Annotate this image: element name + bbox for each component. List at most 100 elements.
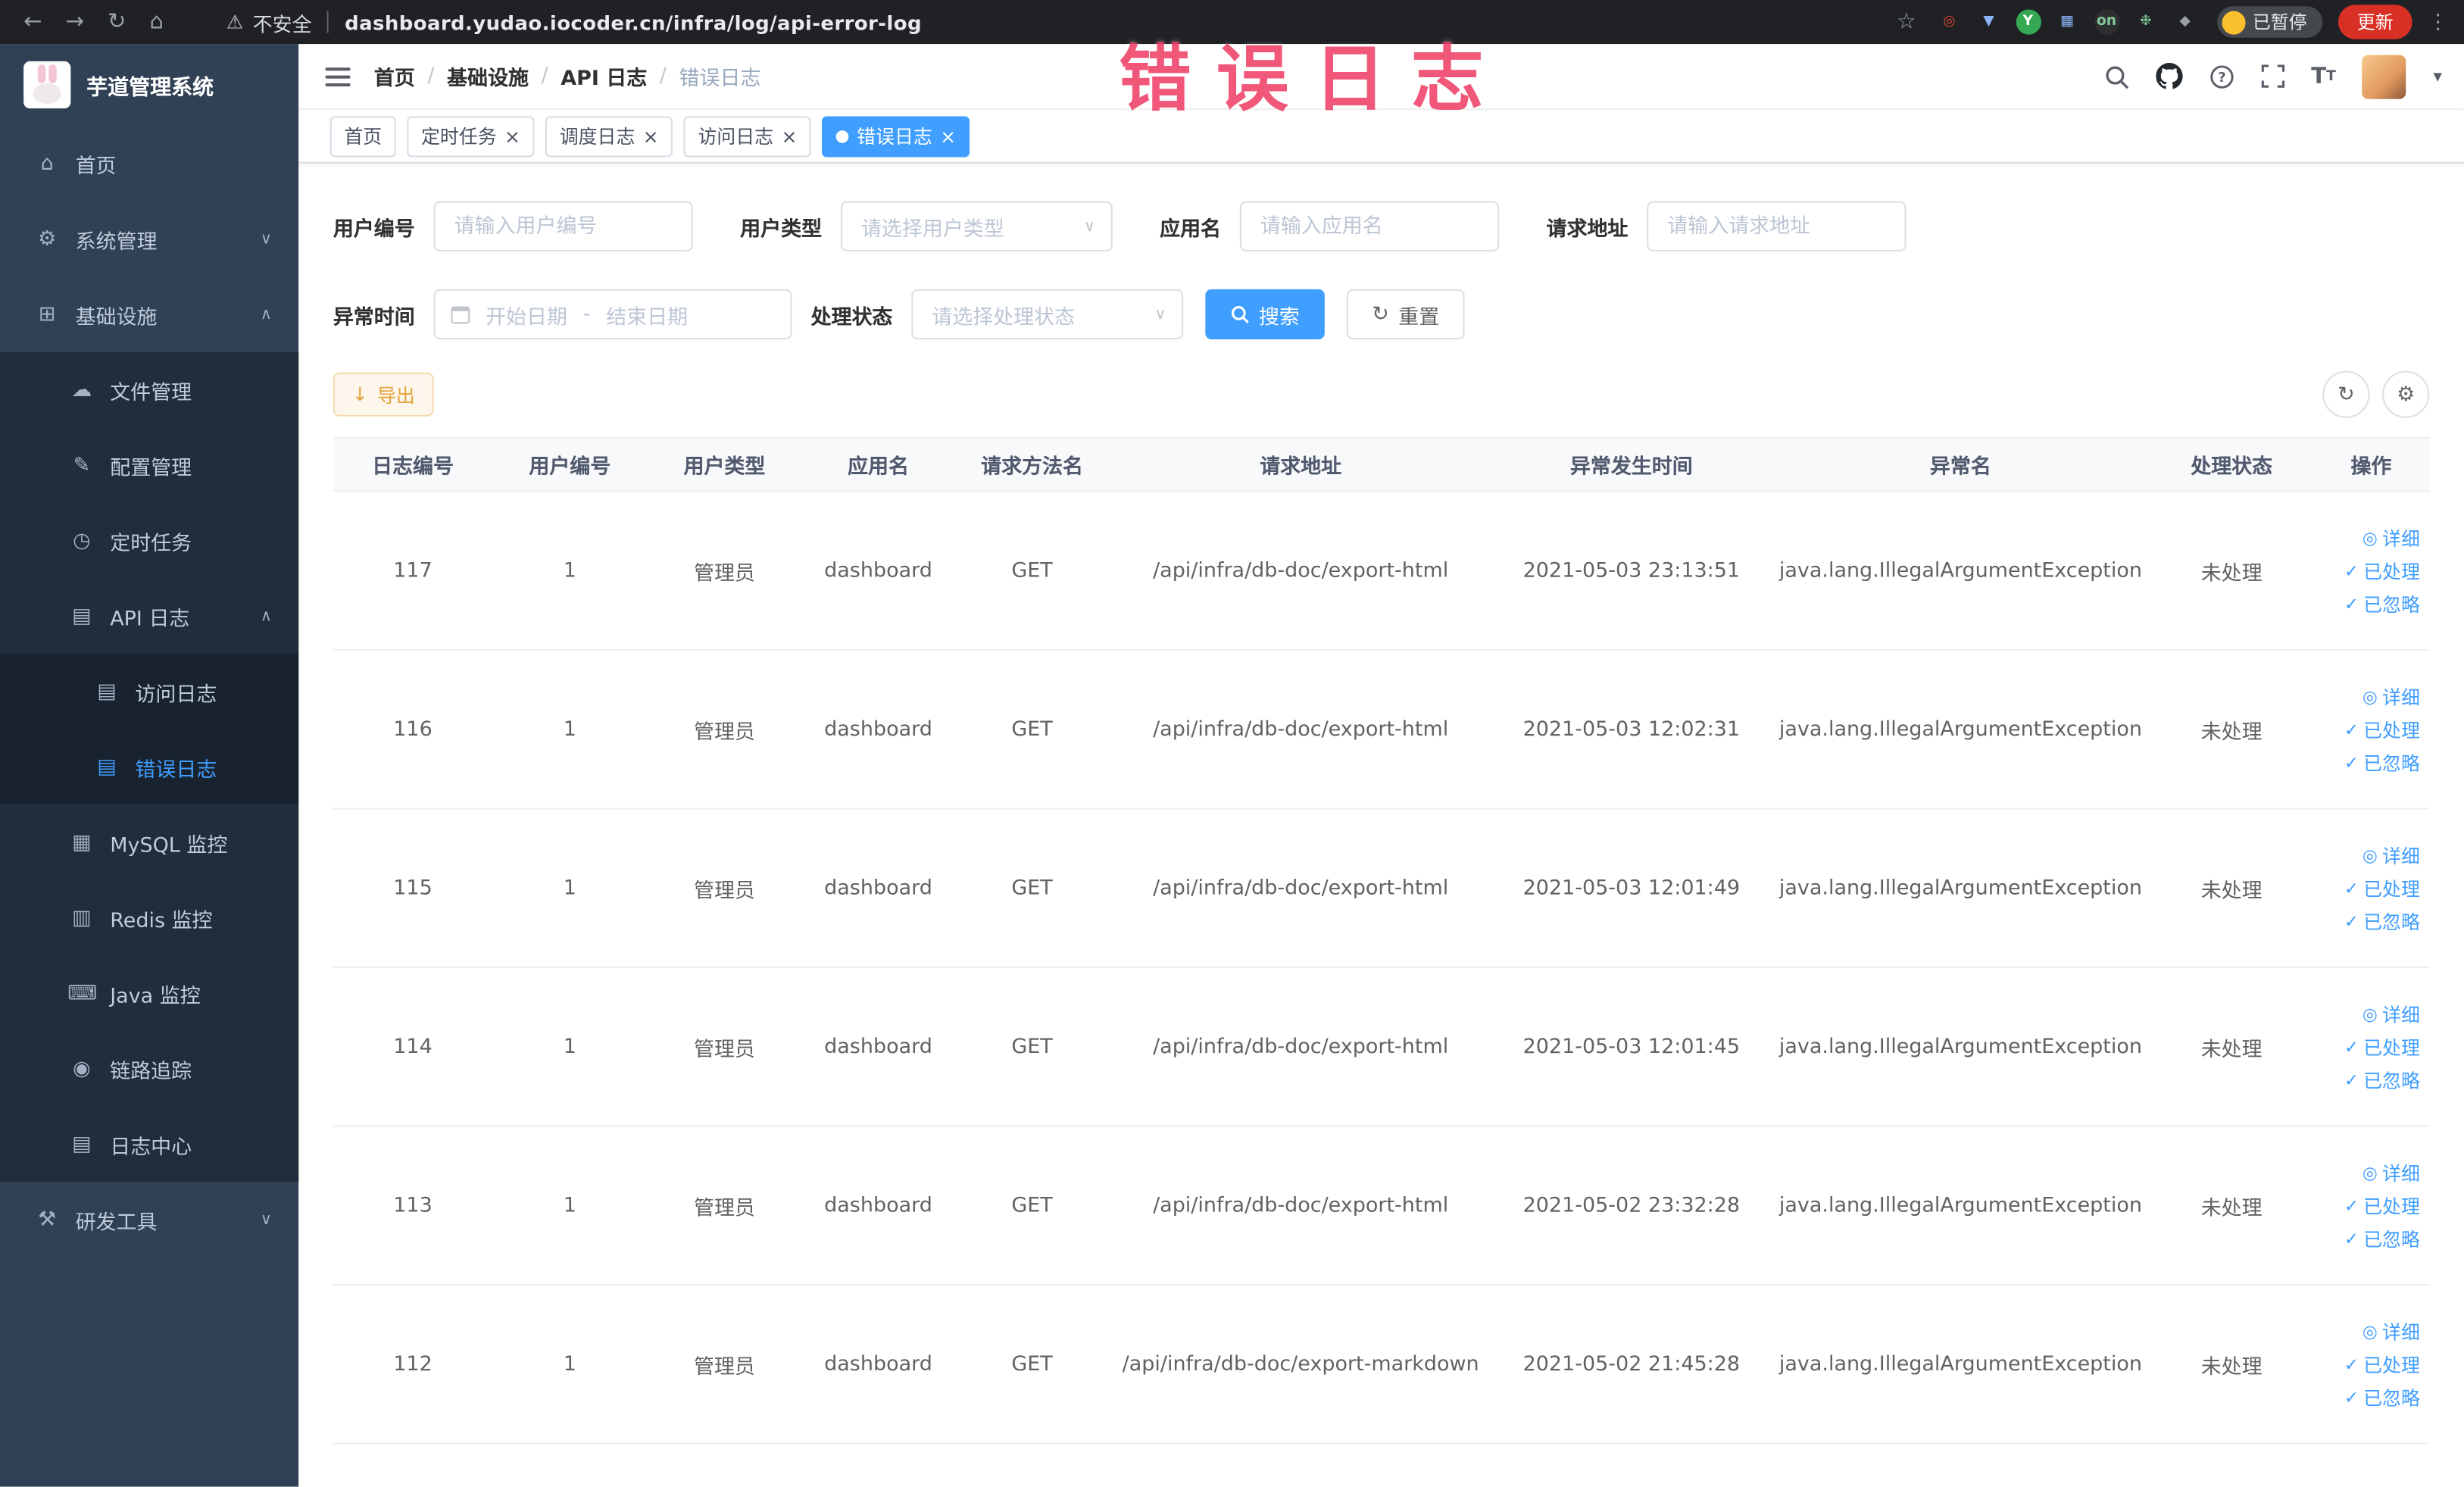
search-button[interactable]: 搜索 [1205, 289, 1325, 340]
exception-time-range-picker[interactable]: 开始日期 - 结束日期 [433, 289, 792, 340]
column-header: 用户类型 [647, 437, 802, 492]
sidebar-toggle-icon[interactable] [325, 67, 351, 86]
on-badge-icon[interactable]: on [2094, 9, 2119, 35]
detail-link[interactable]: ◎ 详细 [2363, 683, 2420, 709]
tab-access-log[interactable]: 访问日志 × [683, 115, 812, 157]
avatar-caret-icon[interactable]: ▾ [2433, 66, 2441, 86]
cell-actions: ◎ 详细 ✓ 已处理 ✓ 已忽略 [2313, 1126, 2430, 1286]
tab-error-log[interactable]: 错误日志 × [822, 115, 970, 157]
table-row: 115 1 管理员 dashboard GET/api/infra/db-doc/exp… [333, 808, 2430, 968]
puzzle-icon[interactable]: ◆ [2172, 9, 2198, 35]
security-chip[interactable]: ⚠ 不安全 [226, 7, 312, 36]
kebab-menu-icon[interactable]: ⋮ [2428, 10, 2448, 33]
sidebar-item-devtools[interactable]: ⚒ 研发工具 ∨ [0, 1182, 298, 1257]
forward-icon[interactable]: → [66, 9, 84, 34]
mark-processed-link[interactable]: ✓ 已处理 [2344, 1351, 2420, 1377]
cell-log-id: 112 [333, 1284, 493, 1445]
close-icon[interactable]: × [940, 127, 956, 145]
url-divider [327, 11, 329, 33]
bookmark-star-icon[interactable]: ☆ [1897, 9, 1916, 34]
sidebar-item-system[interactable]: ⚙ 系统管理 ∨ [0, 201, 298, 277]
app-name-input[interactable] [1239, 201, 1500, 251]
address-bar[interactable]: dashboard.yudao.iocoder.cn/infra/log/api… [345, 10, 922, 33]
detail-link[interactable]: ◎ 详细 [2363, 1318, 2420, 1345]
update-button[interactable]: 更新 [2338, 5, 2412, 39]
sidebar-item-mysql[interactable]: ▦ MySQL 监控 [0, 804, 299, 880]
sidebar-item-trace[interactable]: ◉ 链路追踪 [0, 1030, 299, 1107]
browser-chrome: ← → ↻ ⌂ ⚠ 不安全 dashboard.yudao.iocoder.cn/in… [0, 0, 2464, 45]
close-icon[interactable]: × [643, 127, 659, 145]
green-app-icon[interactable]: Y [2015, 9, 2041, 35]
leaf-icon[interactable]: ❉ [2133, 9, 2159, 35]
table-body: 117 1 管理员 dashboard GET/api/infra/db-doc/exp… [333, 491, 2430, 1445]
mark-ignored-link[interactable]: ✓ 已忽略 [2344, 590, 2420, 617]
cell-status: 未处理 [2150, 967, 2313, 1127]
sidebar-item-access-log[interactable]: ▤ 访问日志 [0, 654, 299, 729]
request-url-input[interactable] [1647, 201, 1907, 251]
cell-status: 未处理 [2150, 649, 2313, 810]
sidebar-item-home[interactable]: ⌂ 首页 [0, 126, 298, 201]
sidebar-item-api-log[interactable]: ▤ API 日志 ∧ [0, 578, 299, 654]
breadcrumb-item[interactable]: 首页 [374, 61, 415, 91]
mark-processed-link[interactable]: ✓ 已处理 [2344, 557, 2420, 583]
refresh-table-button[interactable]: ↻ [2322, 370, 2370, 418]
user-id-input[interactable] [433, 201, 693, 251]
detail-link[interactable]: ◎ 详细 [2363, 842, 2420, 868]
tab-job-log[interactable]: 调度日志 × [545, 115, 673, 157]
mark-processed-link[interactable]: ✓ 已处理 [2344, 1033, 2420, 1060]
user-avatar[interactable] [2363, 54, 2407, 98]
detail-link[interactable]: ◎ 详细 [2363, 1159, 2420, 1186]
drop-icon[interactable]: ▼ [1975, 9, 2002, 35]
sidebar-item-redis[interactable]: ▥ Redis 监控 [0, 879, 299, 956]
breadcrumb-item[interactable]: API 日志 [561, 61, 647, 91]
cell-time: 2021-05-02 21:45:28 [1491, 1284, 1771, 1445]
grid-app-icon[interactable]: ▦ [2054, 9, 2080, 35]
mark-ignored-link[interactable]: ✓ 已忽略 [2344, 1225, 2420, 1251]
github-icon[interactable] [2155, 62, 2183, 89]
mark-processed-link[interactable]: ✓ 已处理 [2344, 716, 2420, 742]
end-date-placeholder: 结束日期 [606, 305, 689, 330]
close-icon[interactable]: × [504, 127, 520, 145]
sidebar-item-config[interactable]: ✎ 配置管理 [0, 427, 299, 503]
home-icon[interactable]: ⌂ [150, 9, 164, 34]
reload-icon[interactable]: ↻ [108, 9, 126, 34]
process-status-select[interactable]: 请选择处理状态 ∨ [911, 289, 1184, 340]
request-url-label: 请求地址 [1546, 217, 1629, 242]
check-icon: ✓ [2344, 1069, 2359, 1090]
sidebar-item-error-log[interactable]: ▤ 错误日志 [0, 729, 299, 805]
paused-badge[interactable]: 已暂停 [2216, 6, 2323, 38]
mark-ignored-link[interactable]: ✓ 已忽略 [2344, 1384, 2420, 1410]
mark-processed-link[interactable]: ✓ 已处理 [2344, 1192, 2420, 1219]
svg-text:?: ? [2218, 70, 2225, 85]
back-icon[interactable]: ← [23, 9, 42, 34]
help-icon[interactable]: ? [2209, 64, 2234, 89]
tab-label: 访问日志 [698, 125, 774, 148]
font-size-icon[interactable]: TT [2311, 64, 2336, 89]
detail-link[interactable]: ◎ 详细 [2363, 524, 2420, 551]
mark-ignored-link[interactable]: ✓ 已忽略 [2344, 749, 2420, 776]
mark-processed-link[interactable]: ✓ 已处理 [2344, 875, 2420, 901]
mark-ignored-link[interactable]: ✓ 已忽略 [2344, 1067, 2420, 1093]
sidebar-item-file[interactable]: ☁ 文件管理 [0, 351, 299, 428]
mark-ignored-link[interactable]: ✓ 已忽略 [2344, 908, 2420, 934]
search-icon[interactable] [2103, 64, 2128, 89]
sidebar-item-infra[interactable]: ⊞ 基础设施 ∧ [0, 276, 298, 352]
breadcrumb-item[interactable]: 基础设施 [447, 61, 529, 91]
sidebar-item-job[interactable]: ◷ 定时任务 [0, 502, 299, 579]
detail-link[interactable]: ◎ 详细 [2363, 1000, 2420, 1026]
reset-button[interactable]: ↻ 重置 [1347, 289, 1465, 340]
close-icon[interactable]: × [781, 127, 797, 145]
sidebar-item-label: 文件管理 [110, 381, 192, 405]
recorder-icon[interactable]: ◎ [1936, 9, 1963, 35]
breadcrumb-separator: / [427, 64, 435, 89]
fullscreen-icon[interactable] [2261, 64, 2284, 88]
export-button[interactable]: ↓ 导出 [333, 372, 434, 417]
sidebar-item-java[interactable]: ⌨ Java 监控 [0, 955, 299, 1031]
sidebar-item-log-center[interactable]: ▤ 日志中心 [0, 1106, 299, 1182]
tab-home[interactable]: 首页 [329, 115, 396, 157]
user-type-select[interactable]: 请选择用户类型 ∨ [840, 201, 1113, 251]
column-settings-button[interactable]: ⚙ [2382, 370, 2430, 418]
mysql-icon: ▦ [72, 830, 92, 854]
tab-job[interactable]: 定时任务 × [407, 115, 535, 157]
devtools-icon: ⚒ [38, 1207, 57, 1232]
